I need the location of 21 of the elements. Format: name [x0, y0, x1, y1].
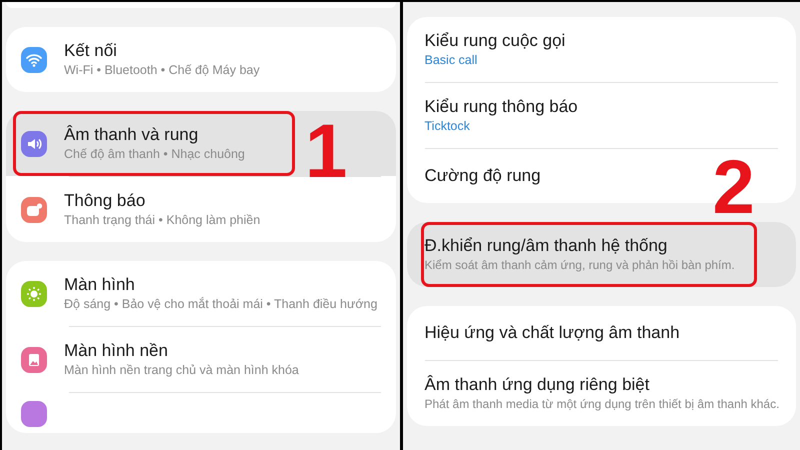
item-description: Chế độ âm thanh • Nhạc chuông [64, 146, 246, 163]
item-title: Đ.khiển rung/âm thanh hệ thống [424, 235, 668, 257]
item-title[interactable]: Âm thanh ứng dụng riêng biệt [424, 374, 781, 396]
item-title[interactable]: Màn hình nền [64, 340, 380, 362]
item-description: Kiểm soát âm thanh cảm ứng, rung và phản hồi bàn phím. [424, 257, 736, 274]
item-title: Âm thanh và rung [64, 124, 200, 146]
item-description: Phát âm thanh media từ một ứng dụng trên thiết bị âm thanh khác. [424, 396, 780, 413]
item-title[interactable]: Kiểu rung thông báo [424, 96, 781, 118]
item-description: Wi-Fi • Bluetooth • Chế độ Máy bay [64, 62, 261, 79]
item-description: Độ sáng • Bảo vệ cho mắt thoải mái • Thanh điều hướng [64, 296, 378, 313]
settings-item[interactable]: Đ.khiển rung/âm thanh hệ thống Kiểm soát âm thanh cảm ứng, rung và phản hồi bàn phím. [406, 222, 796, 287]
item-description: Thanh trạng thái • Không làm phiền [64, 212, 262, 229]
item-description: Màn hình nền trang chủ và màn hình khóa [64, 362, 300, 379]
settings-item[interactable]: Âm thanh và rung Chế độ âm thanh • Nhạc chuông 1 [6, 111, 396, 176]
item-title[interactable]: Màn hình [64, 274, 380, 296]
item-title[interactable]: Hiệu ứng và chất lượng âm thanh [424, 322, 781, 344]
item-title[interactable]: Kiểu rung cuộc gọi [424, 30, 781, 52]
item-value: Basic call [424, 52, 478, 69]
item-value: Ticktock [424, 118, 471, 135]
item-title[interactable]: Thông báo [64, 190, 380, 212]
item-title[interactable]: Kết nối [64, 40, 380, 62]
